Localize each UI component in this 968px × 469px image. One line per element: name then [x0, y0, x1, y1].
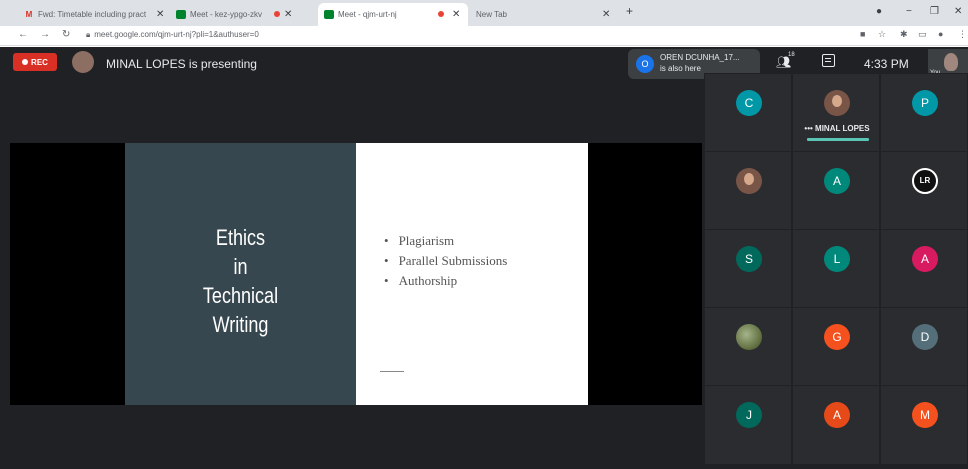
- minimize-icon[interactable]: −: [906, 6, 912, 17]
- back-icon[interactable]: ←: [18, 29, 28, 40]
- participant-tile[interactable]: A: [792, 385, 880, 465]
- avatar: [736, 324, 762, 350]
- slide-bullet: Parallel Submissions: [384, 251, 508, 271]
- avatar: A: [824, 402, 850, 428]
- slide-title-line: in: [233, 254, 248, 279]
- avatar: A: [824, 168, 850, 194]
- extensions-icon[interactable]: ✱: [900, 29, 908, 40]
- participant-tile[interactable]: [704, 307, 792, 387]
- record-dot-icon: [22, 59, 29, 65]
- people-count: 18: [788, 52, 795, 58]
- avatar: O: [636, 55, 654, 73]
- slide-title-line: Ethics: [215, 225, 266, 250]
- avatar: C: [736, 90, 762, 116]
- new-tab-button[interactable]: +: [626, 4, 633, 18]
- recording-badge: REC: [13, 53, 57, 71]
- reload-icon[interactable]: ↻: [62, 29, 70, 40]
- participants-grid: C ••• MINAL LOPES P A LR S L A G D J A M: [704, 73, 968, 469]
- participant-tile[interactable]: A: [792, 151, 880, 231]
- avatar: [824, 90, 850, 116]
- participant-tile[interactable]: L: [792, 229, 880, 309]
- chat-icon[interactable]: [822, 54, 835, 67]
- lock-icon: 🔒︎: [86, 30, 91, 39]
- recording-dot-icon: [438, 11, 444, 17]
- slide-bullet-list: Plagiarism Parallel Submissions Authorsh…: [384, 231, 508, 291]
- tab-title: Meet - qjm-urt-nj: [338, 10, 397, 19]
- meet-icon: [324, 10, 334, 19]
- account-circle-icon[interactable]: ●: [876, 6, 882, 17]
- self-avatar: [944, 53, 958, 71]
- avatar: S: [736, 246, 762, 272]
- meeting-clock: 4:33 PM: [864, 57, 909, 71]
- close-icon[interactable]: ✕: [602, 9, 610, 20]
- avatar: J: [736, 402, 762, 428]
- avatar: G: [824, 324, 850, 350]
- url-text: meet.google.com/qjm-urt-nj?pli=1&authuse…: [94, 30, 259, 39]
- also-here-name: OREN DCUNHA_17...: [660, 53, 740, 62]
- tab-title: New Tab: [476, 10, 507, 19]
- participant-name: ••• MINAL LOPES: [804, 124, 870, 133]
- meet-window: REC MINAL LOPES is presenting O OREN DCU…: [0, 47, 968, 469]
- slide-title-panel: Ethics in Technical Writing: [125, 143, 356, 405]
- participant-tile[interactable]: [704, 151, 792, 231]
- avatar: LR: [912, 168, 938, 194]
- avatar: [736, 168, 762, 194]
- camera-icon[interactable]: ■: [860, 29, 865, 39]
- close-icon[interactable]: ✕: [284, 9, 292, 20]
- avatar: D: [912, 324, 938, 350]
- url-field[interactable]: 🔒︎ meet.google.com/qjm-urt-nj?pli=1&authu…: [86, 30, 259, 40]
- window-close-icon[interactable]: ✕: [954, 6, 962, 17]
- slide-title-line: Technical: [202, 283, 279, 308]
- address-bar-row: ← → ↻ 🔒︎ meet.google.com/qjm-urt-nj?pli=1…: [0, 26, 968, 46]
- slide-title-line: Writing: [212, 312, 269, 337]
- slide-content-panel: Plagiarism Parallel Submissions Authorsh…: [356, 143, 588, 405]
- close-icon[interactable]: ✕: [156, 9, 164, 20]
- participant-tile[interactable]: J: [704, 385, 792, 465]
- slide-divider: [380, 371, 404, 372]
- participant-tile[interactable]: A: [880, 229, 968, 309]
- speaking-indicator: [807, 138, 869, 141]
- tab-title: Fwd: Timetable including pract: [38, 10, 147, 19]
- participant-tile[interactable]: ••• MINAL LOPES: [792, 73, 880, 153]
- tab-new-tab[interactable]: New Tab ✕: [470, 3, 620, 26]
- also-here-subtext: is also here: [660, 64, 701, 73]
- presenter-avatar: [72, 51, 94, 73]
- participant-tile[interactable]: G: [792, 307, 880, 387]
- meet-icon: [176, 10, 186, 19]
- slide-bullet: Plagiarism: [384, 231, 507, 251]
- profile-icon[interactable]: ●: [938, 29, 943, 39]
- tab-meet-1[interactable]: Meet - kez-ypgo-zkv ✕: [170, 3, 296, 26]
- tab-gmail[interactable]: M Fwd: Timetable including pract ✕: [18, 3, 168, 26]
- browser-tab-strip: M Fwd: Timetable including pract ✕ Meet …: [0, 0, 968, 26]
- maximize-icon[interactable]: ❐: [930, 6, 939, 17]
- star-icon[interactable]: ☆: [878, 29, 886, 40]
- tab-title: Meet - kez-ypgo-zkv: [190, 10, 263, 19]
- avatar: M: [912, 402, 938, 428]
- avatar: P: [912, 90, 938, 116]
- participant-tile[interactable]: LR: [880, 151, 968, 231]
- gmail-icon: M: [25, 10, 33, 19]
- presenter-status: MINAL LOPES is presenting: [106, 57, 257, 71]
- recording-dot-icon: [274, 11, 280, 17]
- avatar: A: [912, 246, 938, 272]
- participant-tile[interactable]: S: [704, 229, 792, 309]
- cast-icon[interactable]: ▭: [918, 29, 927, 40]
- avatar: L: [824, 246, 850, 272]
- tab-meet-2[interactable]: Meet - qjm-urt-nj ✕: [318, 3, 468, 26]
- rec-label: REC: [31, 57, 48, 67]
- forward-icon[interactable]: →: [40, 29, 50, 40]
- slide-title: Ethics in Technical Writing: [146, 223, 335, 339]
- menu-icon[interactable]: ⋮: [958, 29, 967, 40]
- slide-bullet: Authorship: [384, 271, 507, 291]
- close-icon[interactable]: ✕: [452, 9, 460, 20]
- participant-tile[interactable]: M: [880, 385, 968, 465]
- participant-tile[interactable]: C: [704, 73, 792, 153]
- participant-tile[interactable]: D: [880, 307, 968, 387]
- participant-tile[interactable]: P: [880, 73, 968, 153]
